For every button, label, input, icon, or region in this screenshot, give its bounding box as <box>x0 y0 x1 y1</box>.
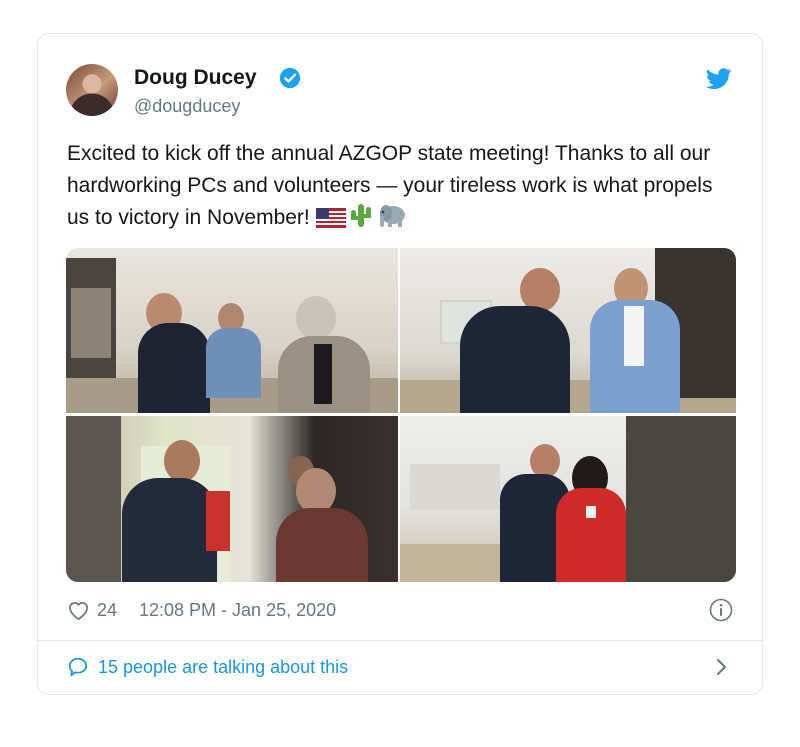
divider <box>38 640 762 641</box>
like-count[interactable]: 24 <box>97 600 117 621</box>
heart-icon[interactable] <box>67 599 90 621</box>
elephant-icon <box>379 205 405 227</box>
photo-1[interactable] <box>66 248 398 413</box>
author-handle[interactable]: @dougducey <box>134 96 240 117</box>
photo-4[interactable] <box>400 416 736 582</box>
tweet-card[interactable]: Doug Ducey @dougducey Excited to kick of… <box>37 33 763 695</box>
us-flag-icon <box>315 208 346 228</box>
photo-grid[interactable] <box>66 248 736 582</box>
twitter-bird-icon[interactable] <box>706 68 732 90</box>
photo-3[interactable] <box>66 416 398 582</box>
conversation-label[interactable]: 15 people are talking about this <box>98 657 348 678</box>
verified-badge-icon <box>279 67 301 89</box>
author-avatar[interactable] <box>66 64 118 116</box>
tweet-timestamp[interactable]: 12:08 PM - Jan 25, 2020 <box>139 600 336 621</box>
tweet-text: Excited to kick off the annual AZGOP sta… <box>67 138 727 234</box>
author-name[interactable]: Doug Ducey <box>134 66 257 90</box>
cactus-icon <box>350 204 371 227</box>
photo-2[interactable] <box>400 248 736 413</box>
chevron-right-icon[interactable] <box>714 656 730 678</box>
comment-icon <box>68 657 88 677</box>
info-icon[interactable] <box>709 598 733 622</box>
